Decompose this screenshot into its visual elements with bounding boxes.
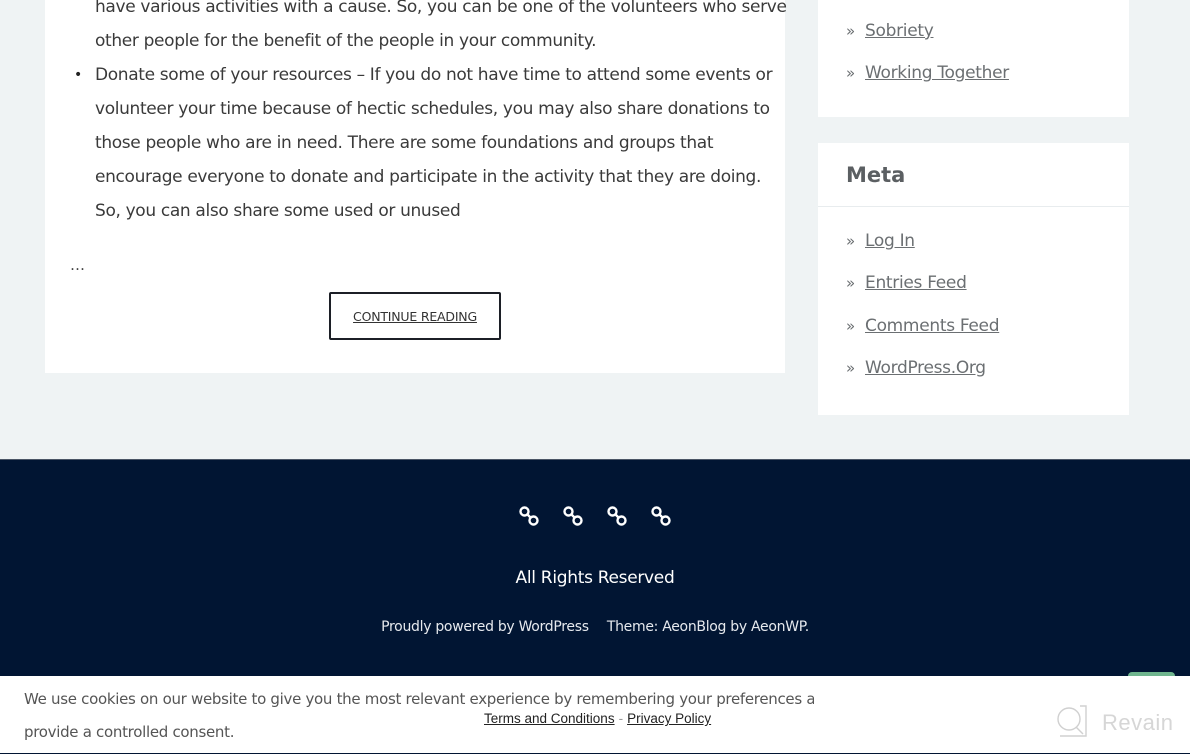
post-text-line: have various activities with a cause. So… bbox=[95, 0, 787, 17]
post-list-item: • Donate some of your resources – If you… bbox=[74, 58, 775, 228]
footer-credits: Proudly powered by WordPress Theme: Aeon… bbox=[0, 619, 1190, 635]
categories-widget: » Sobriety » Working Together bbox=[818, 0, 1129, 117]
revain-watermark: Revain bbox=[1056, 704, 1173, 742]
chevron-double-right-icon: » bbox=[846, 317, 855, 335]
chevron-double-right-icon: » bbox=[846, 22, 855, 40]
cookie-banner: We use cookies on our website to give yo… bbox=[0, 676, 1190, 753]
sidebar-link[interactable]: Sobriety bbox=[865, 21, 934, 41]
widget-title: Meta bbox=[818, 143, 1129, 207]
link-icon[interactable] bbox=[649, 504, 673, 528]
post-ellipsis: … bbox=[70, 256, 85, 274]
sidebar-item-working-together: » Working Together bbox=[846, 63, 1009, 83]
chevron-double-right-icon: » bbox=[846, 359, 855, 377]
chevron-double-right-icon: » bbox=[846, 232, 855, 250]
continue-reading-button[interactable]: CONTINUE READING bbox=[329, 292, 501, 340]
sidebar-link[interactable]: WordPress.Org bbox=[865, 358, 986, 378]
cookie-policy-links: Terms and Conditions - Privacy Policy bbox=[484, 711, 711, 726]
post-content: have various activities with a cause. So… bbox=[74, 0, 787, 228]
post-card: have various activities with a cause. So… bbox=[45, 0, 787, 373]
post-list-item: have various activities with a cause. So… bbox=[95, 0, 787, 58]
meta-widget: Meta » Log In » Entries Feed » Comments … bbox=[818, 143, 1129, 415]
sidebar-link[interactable]: Log In bbox=[865, 231, 915, 251]
sidebar-link[interactable]: Comments Feed bbox=[865, 316, 1000, 336]
powered-by-link[interactable]: Proudly powered by WordPress bbox=[381, 619, 589, 635]
sidebar-link[interactable]: Working Together bbox=[865, 63, 1009, 83]
revain-logo-icon bbox=[1056, 704, 1088, 742]
sidebar-item-comments-feed: » Comments Feed bbox=[846, 316, 1000, 336]
social-links bbox=[0, 504, 1190, 528]
post-text-line: So, you can also share some used or unus… bbox=[95, 201, 461, 221]
post-text-line: other people for the benefit of the peop… bbox=[95, 31, 597, 51]
sidebar-link[interactable]: Entries Feed bbox=[865, 273, 967, 293]
link-icon[interactable] bbox=[561, 504, 585, 528]
post-text-line: those people who are in need. There are … bbox=[95, 133, 714, 153]
sidebar-item-sobriety: » Sobriety bbox=[846, 21, 934, 41]
revain-label: Revain bbox=[1102, 710, 1174, 735]
sidebar-item-log-in: » Log In bbox=[846, 231, 915, 251]
sidebar-item-wordpress-org: » WordPress.Org bbox=[846, 358, 986, 378]
terms-and-conditions-link[interactable]: Terms and Conditions bbox=[484, 711, 615, 726]
cookie-text-line: provide a controlled consent. bbox=[24, 723, 235, 741]
bullet-icon: • bbox=[74, 67, 83, 83]
copyright-text: All Rights Reserved bbox=[515, 568, 675, 588]
post-text-line: encourage everyone to donate and partici… bbox=[95, 167, 762, 187]
post-text-line: volunteer your time because of hectic sc… bbox=[95, 99, 770, 119]
theme-credit-link[interactable]: Theme: AeonBlog by AeonWP. bbox=[607, 619, 809, 635]
link-separator: - bbox=[618, 711, 624, 726]
link-icon[interactable] bbox=[605, 504, 629, 528]
post-text-line: Donate some of your resources – If you d… bbox=[95, 65, 773, 85]
chevron-double-right-icon: » bbox=[846, 274, 855, 292]
privacy-policy-link[interactable]: Privacy Policy bbox=[627, 711, 711, 726]
sidebar-item-entries-feed: » Entries Feed bbox=[846, 273, 967, 293]
chevron-double-right-icon: » bbox=[846, 64, 855, 82]
link-icon[interactable] bbox=[517, 504, 541, 528]
